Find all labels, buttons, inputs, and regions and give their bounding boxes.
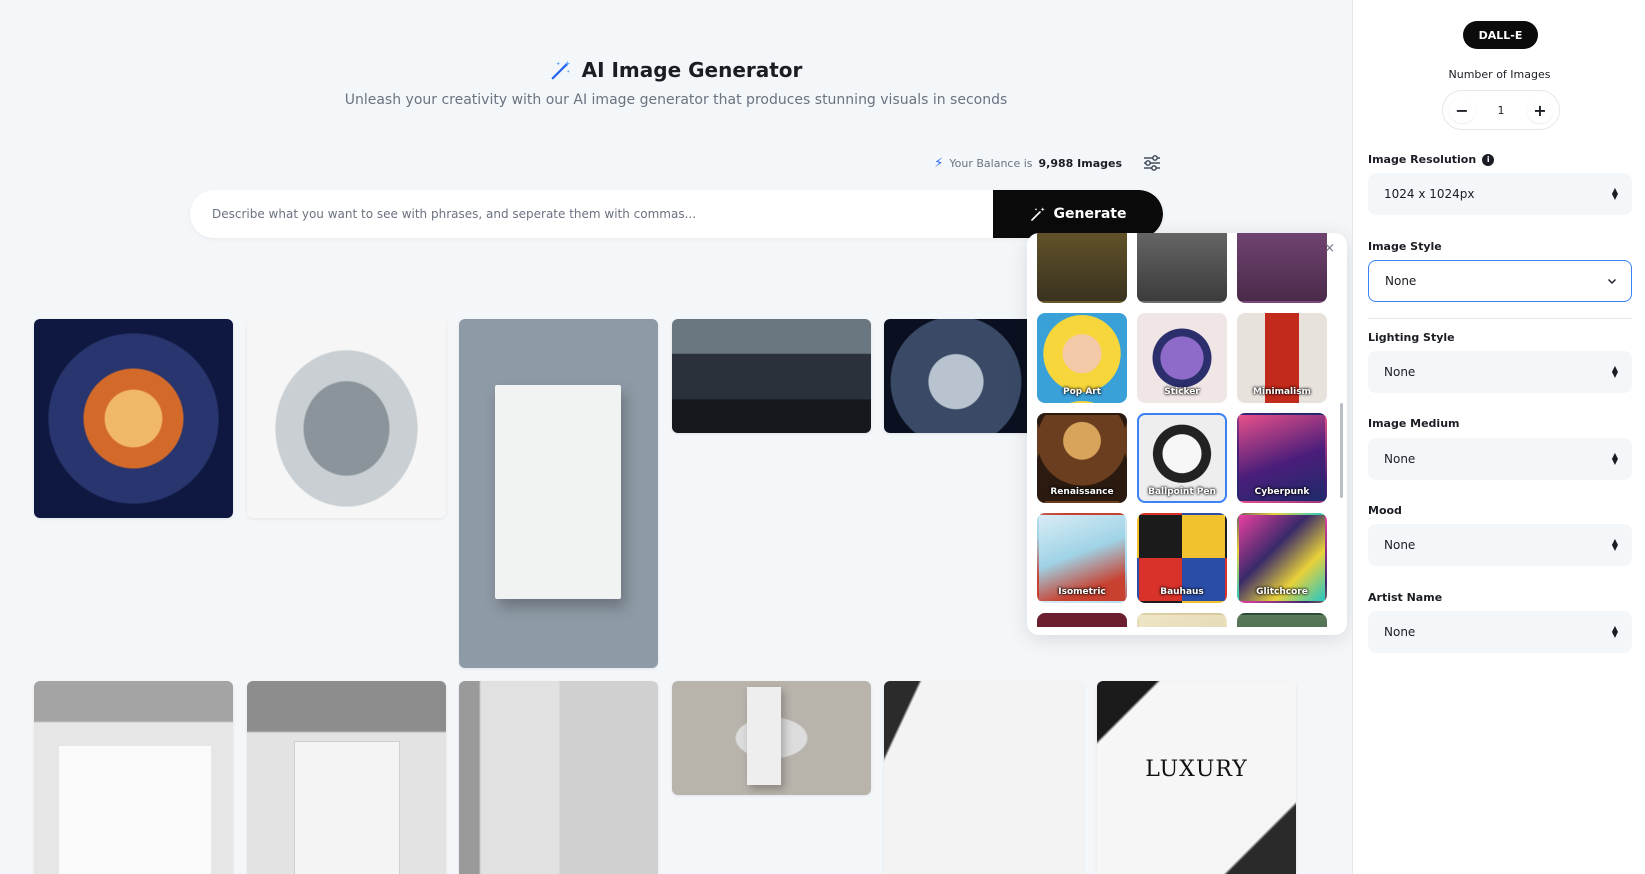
settings-sidebar: DALL-E Number of Images − 1 + Image Reso… [1352,0,1645,874]
poster-card [747,687,781,785]
magic-wand-icon [1030,207,1045,221]
header: AI Image Generator [0,58,1352,85]
artist-label: Artist Name [1368,591,1443,604]
style-tile[interactable]: Pop Art [1037,313,1127,403]
gallery-image[interactable] [247,681,446,874]
style-tile[interactable]: Glitchcore [1237,513,1327,603]
style-tile-label: Ballpoint Pen [1148,487,1216,497]
style-tile-label: Renaissance [1050,487,1114,497]
resolution-label: Image Resolution i [1368,153,1495,166]
style-tile[interactable]: Minimalism [1237,313,1327,403]
luxury-text: LUXURY [1145,757,1248,782]
style-tile[interactable]: Isometric [1037,513,1127,603]
style-tile[interactable]: Cyberpunk [1237,413,1327,503]
style-tile-label: Pop Art [1062,387,1102,397]
gallery-image[interactable] [672,681,871,795]
artist-value: None [1384,625,1416,639]
style-tile[interactable] [1137,613,1227,627]
style-tile[interactable] [1037,233,1127,303]
style-picker-popup: Pop Art Sticker Minimalism Renaissance Ballp… [1027,233,1347,635]
style-tile[interactable] [1237,233,1327,303]
num-images-label: Number of Images [1448,68,1551,81]
page-title: AI Image Generator [550,58,803,82]
updown-arrows-icon: ▲ ▼ [1611,451,1618,466]
style-tile-label: Isometric [1058,587,1106,597]
medium-label: Image Medium [1368,417,1460,430]
settings-sliders-icon[interactable] [1142,154,1162,172]
gallery-image[interactable] [672,319,871,433]
resolution-label-text: Image Resolution [1368,153,1477,166]
style-tile[interactable] [1237,613,1327,627]
generate-label: Generate [1053,206,1127,222]
num-images-stepper: − 1 + [1442,90,1560,130]
poster-card [59,746,211,874]
balance-value: 9,988 Images [1038,156,1122,170]
gallery-image[interactable] [247,319,446,518]
mood-select[interactable]: None ▲ ▼ [1368,524,1632,566]
lightning-icon: ⚡ [934,155,944,171]
style-tile[interactable] [1137,233,1227,303]
lighting-label: Lighting Style [1368,331,1455,344]
style-tile[interactable] [1037,613,1127,627]
updown-arrows-icon: ▲ ▼ [1611,624,1618,639]
style-tile-label: Minimalism [1253,387,1311,397]
prompt-input[interactable] [190,190,993,238]
gallery-image[interactable] [34,319,233,518]
gallery-image[interactable] [884,319,1044,433]
mood-value: None [1384,538,1416,552]
style-tile[interactable]: Sticker [1137,313,1227,403]
lighting-value: None [1384,365,1416,379]
prompt-bar: Generate [190,190,1163,238]
gallery-image[interactable] [459,681,658,874]
image-style-select[interactable]: None [1368,260,1632,302]
style-tile[interactable]: Renaissance [1037,413,1127,503]
mood-label: Mood [1368,504,1402,517]
generate-button[interactable]: Generate [993,190,1163,238]
medium-value: None [1384,452,1416,466]
lighting-select[interactable]: None ▲ ▼ [1368,351,1632,393]
updown-arrows-icon: ▲ ▼ [1611,186,1618,201]
increment-button[interactable]: + [1527,97,1553,123]
info-icon[interactable]: i [1482,153,1495,166]
magic-wand-icon [551,60,570,80]
style-grid-viewport: Pop Art Sticker Minimalism Renaissance Ballp… [1037,233,1333,627]
close-icon[interactable]: × [1324,241,1335,256]
poster-card [294,741,400,874]
style-tile-label: Cyberpunk [1254,487,1310,497]
main-area: AI Image Generator Unleash your creativi… [0,0,1352,874]
resolution-value: 1024 x 1024px [1384,187,1475,201]
style-tile[interactable]: Bauhaus [1137,513,1227,603]
style-tile-label: Sticker [1164,387,1200,397]
updown-arrows-icon: ▲ ▼ [1611,537,1618,552]
image-style-label: Image Style [1368,240,1442,253]
poster-card [495,385,621,599]
popup-scrollbar[interactable] [1340,403,1343,498]
medium-select[interactable]: None ▲ ▼ [1368,438,1632,480]
style-tile-label: Bauhaus [1160,587,1204,597]
page-subtitle: Unleash your creativity with our AI imag… [344,92,1008,108]
artist-select[interactable]: None ▲ ▼ [1368,611,1632,653]
decrement-button[interactable]: − [1449,97,1475,123]
model-badge[interactable]: DALL-E [1463,21,1538,49]
page-title-text: AI Image Generator [581,58,803,82]
chevron-down-icon [1608,279,1616,284]
num-images-value: 1 [1497,103,1505,117]
style-tile[interactable]: Ballpoint Pen [1137,413,1227,503]
section-divider [1368,318,1632,319]
gallery-image[interactable]: LUXURY [1097,681,1296,874]
updown-arrows-icon: ▲ ▼ [1611,364,1618,379]
resolution-select[interactable]: 1024 x 1024px ▲ ▼ [1368,173,1632,215]
image-style-value: None [1385,274,1417,288]
balance-row: ⚡ Your Balance is 9,988 Images [934,154,1162,172]
gallery-image[interactable] [884,681,1083,874]
style-tile-label: Glitchcore [1256,587,1308,597]
balance-prefix: Your Balance is [949,156,1033,170]
gallery-image[interactable] [34,681,233,874]
gallery-image[interactable] [459,319,658,668]
style-grid: Pop Art Sticker Minimalism Renaissance Ballp… [1037,233,1327,627]
